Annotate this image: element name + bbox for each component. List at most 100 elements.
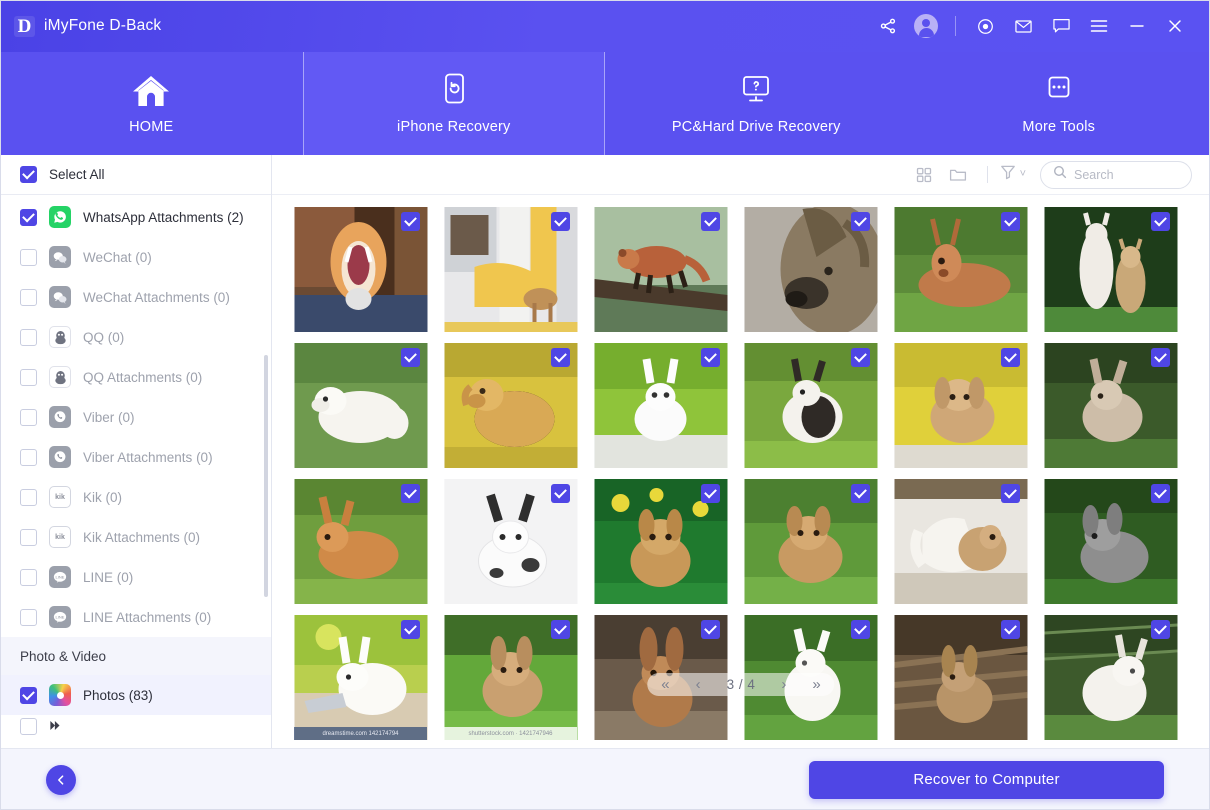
thumbnail-checkbox[interactable] xyxy=(851,620,870,639)
prev-page-button[interactable]: ‹ xyxy=(696,677,701,692)
thumbnail-checkbox[interactable] xyxy=(1151,348,1170,367)
thumbnail-checkbox[interactable] xyxy=(401,484,420,503)
thumbnail-cell[interactable] xyxy=(894,207,1027,332)
grid-view-icon[interactable] xyxy=(907,160,941,190)
thumbnail-checkbox[interactable] xyxy=(1001,212,1020,231)
thumbnail-checkbox[interactable] xyxy=(851,212,870,231)
thumbnail-cell[interactable] xyxy=(294,343,427,468)
thumbnail-grid-area[interactable]: dreamstime.com 142174794 xyxy=(272,195,1210,748)
checkbox-qq[interactable] xyxy=(20,329,37,346)
thumbnail-cell[interactable] xyxy=(894,479,1027,604)
thumbnail-checkbox[interactable] xyxy=(851,484,870,503)
first-page-button[interactable]: « xyxy=(661,677,669,692)
thumbnail-cell[interactable] xyxy=(894,343,1027,468)
checkbox-viber[interactable] xyxy=(20,409,37,426)
search-input[interactable] xyxy=(1074,168,1179,182)
sidebar-item-qq[interactable]: QQ (0) xyxy=(0,317,271,357)
minimize-icon[interactable] xyxy=(1118,9,1156,43)
thumbnail-checkbox[interactable] xyxy=(551,620,570,639)
thumbnail-cell[interactable] xyxy=(744,207,877,332)
checkbox-wechat-attachments[interactable] xyxy=(20,289,37,306)
checkbox-qq-attachments[interactable] xyxy=(20,369,37,386)
sidebar-item-wechat[interactable]: WeChat (0) xyxy=(0,237,271,277)
checkbox-wechat[interactable] xyxy=(20,249,37,266)
thumbnail-checkbox[interactable] xyxy=(701,348,720,367)
thumbnail-cell[interactable] xyxy=(294,479,427,604)
mail-icon[interactable] xyxy=(1004,9,1042,43)
filter-control[interactable]: ˅ xyxy=(1000,164,1026,185)
sidebar-item-kik-attachments[interactable]: kik Kik Attachments (0) xyxy=(0,517,271,557)
sidebar-item-wechat-attachments[interactable]: WeChat Attachments (0) xyxy=(0,277,271,317)
recover-to-computer-button[interactable]: Recover to Computer xyxy=(809,761,1164,799)
search-box[interactable] xyxy=(1040,161,1192,189)
tab-pc-hard-drive-recovery[interactable]: PC&Hard Drive Recovery xyxy=(605,52,908,155)
record-icon[interactable] xyxy=(966,9,1004,43)
sidebar-item-qq-attachments[interactable]: QQ Attachments (0) xyxy=(0,357,271,397)
checkbox-line[interactable] xyxy=(20,569,37,586)
tab-iphone-recovery[interactable]: iPhone Recovery xyxy=(303,52,606,155)
thumbnail-checkbox[interactable] xyxy=(701,484,720,503)
sidebar-item-line[interactable]: LINE LINE (0) xyxy=(0,557,271,597)
thumbnail-checkbox[interactable] xyxy=(551,348,570,367)
thumbnail-cell[interactable] xyxy=(444,343,577,468)
last-page-button[interactable]: » xyxy=(812,677,820,692)
thumbnail-checkbox[interactable] xyxy=(1151,484,1170,503)
thumbnail-checkbox[interactable] xyxy=(401,620,420,639)
sidebar-item-whatsapp-attachments[interactable]: WhatsApp Attachments (2) xyxy=(0,197,271,237)
thumbnail-cell[interactable] xyxy=(1044,615,1177,740)
tab-more-tools[interactable]: More Tools xyxy=(908,52,1210,155)
sidebar-item-photos[interactable]: Photos (83) xyxy=(0,675,271,715)
back-button[interactable] xyxy=(46,765,76,795)
close-icon[interactable] xyxy=(1156,9,1194,43)
thumbnail-cell[interactable] xyxy=(894,615,1027,740)
thumbnail-cell[interactable] xyxy=(594,479,727,604)
sidebar-item-viber-attachments[interactable]: Viber Attachments (0) xyxy=(0,437,271,477)
thumbnail-checkbox[interactable] xyxy=(701,212,720,231)
thumbnail-cell[interactable]: dreamstime.com 142174794 xyxy=(294,615,427,740)
thumbnail-cell[interactable] xyxy=(1044,479,1177,604)
account-avatar-icon[interactable] xyxy=(907,9,945,43)
thumbnail-cell[interactable] xyxy=(444,479,577,604)
thumbnail-cell[interactable] xyxy=(744,479,877,604)
thumbnail-cell[interactable] xyxy=(1044,207,1177,332)
source-list[interactable]: WhatsApp Attachments (2) WeChat (0) WeCh… xyxy=(0,195,271,748)
thumbnail-cell[interactable] xyxy=(594,207,727,332)
next-page-button[interactable]: › xyxy=(781,677,786,692)
checkbox-partial-next[interactable] xyxy=(20,718,37,735)
checkbox-whatsapp-attachments[interactable] xyxy=(20,209,37,226)
thumbnail-checkbox[interactable] xyxy=(1001,348,1020,367)
checkbox-kik-attachments[interactable] xyxy=(20,529,37,546)
sidebar-item-kik[interactable]: kik Kik (0) xyxy=(0,477,271,517)
sidebar-scrollbar[interactable] xyxy=(264,355,268,597)
thumbnail-cell[interactable] xyxy=(294,207,427,332)
feedback-chat-icon[interactable] xyxy=(1042,9,1080,43)
folder-view-icon[interactable] xyxy=(941,160,975,190)
menu-icon[interactable] xyxy=(1080,9,1118,43)
thumbnail-checkbox[interactable] xyxy=(1001,484,1020,503)
thumbnail-checkbox[interactable] xyxy=(1151,212,1170,231)
select-all-row[interactable]: Select All xyxy=(0,155,271,195)
checkbox-viber-attachments[interactable] xyxy=(20,449,37,466)
thumbnail-checkbox[interactable] xyxy=(1001,620,1020,639)
thumbnail-cell[interactable] xyxy=(594,343,727,468)
checkbox-photos[interactable] xyxy=(20,687,37,704)
checkbox-line-attachments[interactable] xyxy=(20,609,37,626)
checkbox-kik[interactable] xyxy=(20,489,37,506)
sidebar-item-line-attachments[interactable]: LINE LINE Attachments (0) xyxy=(0,597,271,637)
thumbnail-checkbox[interactable] xyxy=(851,348,870,367)
sidebar-item-partial-next[interactable]: ⏵⏵ xyxy=(0,715,271,737)
tab-home[interactable]: HOME xyxy=(0,52,303,155)
select-all-checkbox[interactable] xyxy=(20,166,37,183)
sidebar-item-viber[interactable]: Viber (0) xyxy=(0,397,271,437)
thumbnail-checkbox[interactable] xyxy=(401,212,420,231)
thumbnail-checkbox[interactable] xyxy=(1151,620,1170,639)
thumbnail-checkbox[interactable] xyxy=(551,484,570,503)
thumbnail-checkbox[interactable] xyxy=(701,620,720,639)
share-icon[interactable] xyxy=(869,9,907,43)
thumbnail-cell[interactable] xyxy=(1044,343,1177,468)
thumbnail-checkbox[interactable] xyxy=(551,212,570,231)
thumbnail-cell[interactable] xyxy=(744,343,877,468)
thumbnail-checkbox[interactable] xyxy=(401,348,420,367)
thumbnail-cell[interactable]: shutterstock.com · 1421747946 xyxy=(444,615,577,740)
thumbnail-cell[interactable] xyxy=(444,207,577,332)
